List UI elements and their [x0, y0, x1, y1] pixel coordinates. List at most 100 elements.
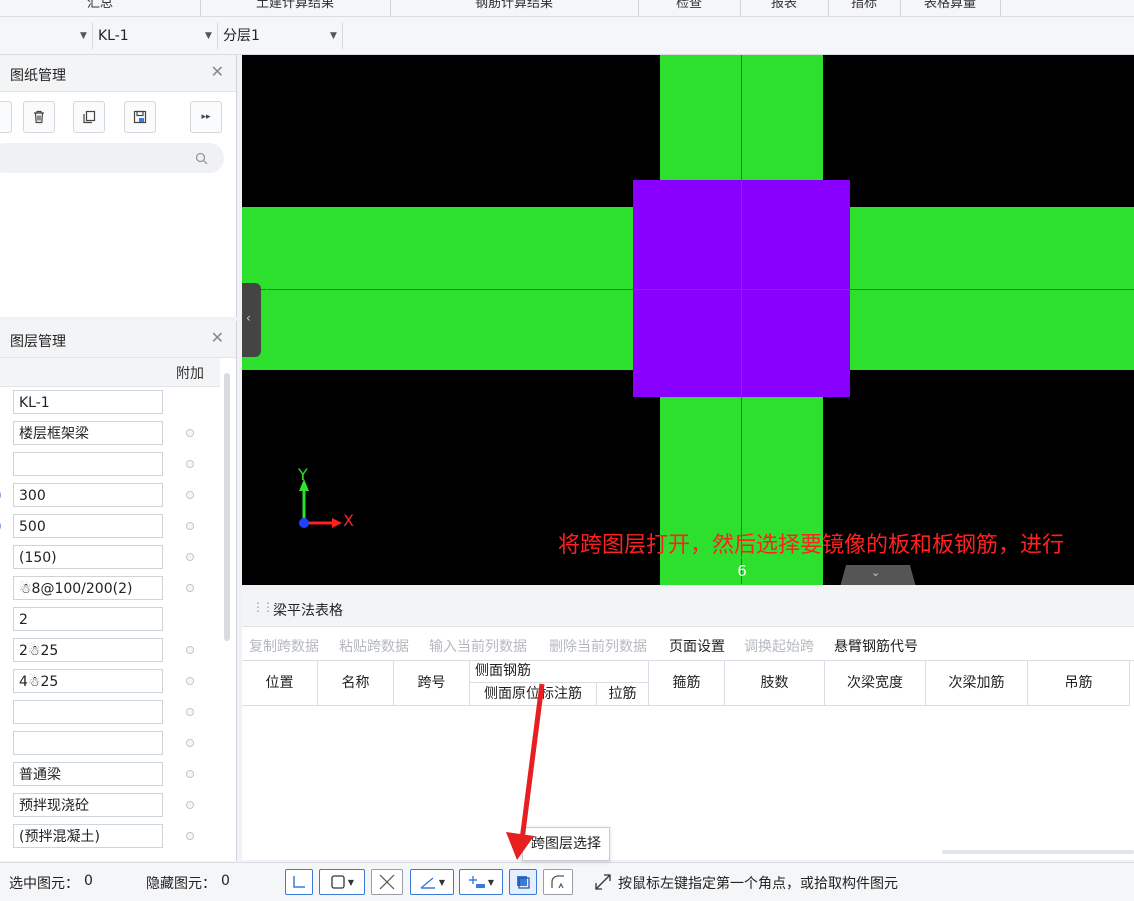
delete-column-data-button[interactable]: 删除当前列数据 [549, 636, 647, 656]
property-value-field[interactable]: 4☃25 [13, 669, 163, 693]
column-hanger: 吊筋 [1028, 661, 1130, 706]
cantilever-rebar-code-button[interactable]: 悬臂钢筋代号 [834, 636, 918, 656]
extra-checkbox[interactable] [186, 770, 194, 778]
angle-icon [420, 877, 435, 889]
property-row: 预拌现浇砼 [0, 790, 230, 821]
property-mark: ) [0, 488, 2, 502]
tab-index[interactable]: 指标 [828, 0, 901, 16]
copy-button[interactable] [73, 101, 105, 133]
column-span: 跨号 [394, 661, 470, 706]
tab-summary[interactable]: 汇总 [0, 0, 201, 16]
column-secondary-rebar: 次梁加筋 [926, 661, 1028, 706]
chevron-down-icon[interactable]: ▼ [205, 25, 212, 47]
column-stirrup: 箍筋 [649, 661, 725, 706]
collapse-panel-handle[interactable]: ‹ [242, 283, 261, 357]
property-row: 2☃25 [0, 635, 230, 666]
column-position: 位置 [242, 661, 318, 706]
input-column-data-button[interactable]: 输入当前列数据 [429, 636, 527, 656]
property-value-field[interactable]: 2☃25 [13, 638, 163, 662]
divider [342, 23, 343, 49]
property-value-field[interactable]: (150) [13, 545, 163, 569]
page-setup-button[interactable]: 页面设置 [669, 636, 725, 656]
chevron-left-icon: ‹ [246, 311, 251, 325]
extra-checkbox[interactable] [186, 832, 194, 840]
chevron-down-icon[interactable]: ▼ [330, 25, 337, 47]
hidden-label: 隐藏图元： [146, 876, 216, 892]
drawing-canvas[interactable]: 6 6 Y X 将跨图层打开，然后选择要镜像的板和板钢筋，进行 ⌄ [242, 55, 1134, 585]
property-row: 2 [0, 604, 230, 635]
property-value-field[interactable]: 普通梁 [13, 762, 163, 786]
property-value-field[interactable] [13, 731, 163, 755]
selected-label: 选中图元： [9, 876, 79, 892]
expand-arrows-icon [595, 874, 611, 890]
drag-handle-icon[interactable]: ⋮⋮ [252, 600, 274, 614]
property-value-field[interactable]: 楼层框架梁 [13, 421, 163, 445]
extra-checkbox[interactable] [186, 708, 194, 716]
property-row: KL-1 [0, 387, 230, 418]
layer-select[interactable]: 分层1 [223, 25, 260, 47]
property-value-field[interactable]: 2 [13, 607, 163, 631]
drawing-panel-title: 图纸管理 [10, 68, 66, 84]
swap-start-span-button[interactable]: 调换起始跨 [744, 636, 814, 656]
axis-y-label: Y [298, 465, 308, 484]
delete-button[interactable] [23, 101, 55, 133]
property-value-field[interactable]: KL-1 [13, 390, 163, 414]
tab-rebar-results[interactable]: 钢筋计算结果 [390, 0, 639, 16]
cross-button[interactable] [371, 869, 403, 895]
dynamic-input-icon [551, 875, 564, 889]
expand-table-handle[interactable]: ⌄ [840, 565, 916, 585]
tab-check[interactable]: 检查 [638, 0, 741, 16]
component-select[interactable]: KL-1 [98, 25, 129, 47]
axis-marker-bottom: 6 [727, 557, 757, 585]
property-value-field[interactable]: 预拌现浇砼 [13, 793, 163, 817]
copy-span-data-button[interactable]: 复制跨数据 [249, 636, 319, 656]
extra-checkbox[interactable] [186, 801, 194, 809]
extra-checkbox[interactable] [186, 584, 194, 592]
ortho-button[interactable] [285, 869, 313, 895]
extra-checkbox[interactable] [186, 553, 194, 561]
extra-checkbox[interactable] [186, 646, 194, 654]
dynamic-input-button[interactable] [543, 869, 573, 895]
extra-checkbox[interactable] [186, 460, 194, 468]
column-name: 名称 [318, 661, 394, 706]
more-button[interactable]: ▸▸ [190, 101, 222, 133]
paste-span-data-button[interactable]: 粘贴跨数据 [339, 636, 409, 656]
close-icon[interactable]: ✕ [211, 328, 224, 347]
extra-checkbox[interactable] [186, 491, 194, 499]
chevron-down-icon[interactable]: ▼ [80, 25, 87, 47]
angle-button[interactable]: ▼ [410, 869, 454, 895]
horizontal-scrollbar[interactable] [942, 850, 1134, 854]
property-value-field[interactable]: (预拌混凝土) [13, 824, 163, 848]
column-legs: 肢数 [725, 661, 825, 706]
search-icon [195, 152, 208, 165]
property-value-field[interactable]: 300 [13, 483, 163, 507]
extra-checkbox[interactable] [186, 739, 194, 747]
extra-checkbox[interactable] [186, 522, 194, 530]
property-mark: ) [0, 519, 2, 533]
drawing-panel: 图纸管理 ✕ ▸▸ [0, 55, 237, 317]
layer-select-icon [517, 876, 530, 889]
beam-table-column-header: 位置 名称 跨号 侧面钢筋 侧面原位标注筋 拉筋 箍筋 肢数 次梁宽度 次梁加筋… [242, 660, 1134, 706]
extra-checkbox[interactable] [186, 429, 194, 437]
property-row: ) 300 [0, 480, 230, 511]
drawing-search-input[interactable] [0, 143, 224, 173]
offset-button[interactable]: ▼ [459, 869, 503, 895]
property-value-field[interactable]: 500 [13, 514, 163, 538]
tab-civil-results[interactable]: 土建计算结果 [200, 0, 391, 16]
hidden-count: 0 [221, 873, 230, 889]
tab-table-quantity[interactable]: 表格算量 [900, 0, 1001, 16]
save-icon [133, 110, 147, 124]
cross-layer-select-button[interactable] [509, 869, 537, 895]
chevron-down-icon: ⌄ [871, 566, 881, 579]
offset-icon [468, 876, 485, 888]
import-button[interactable] [0, 101, 12, 133]
close-icon[interactable]: ✕ [211, 62, 224, 81]
save-drawing-button[interactable] [124, 101, 156, 133]
property-value-field[interactable] [13, 700, 163, 724]
tab-report[interactable]: 报表 [740, 0, 829, 16]
property-value-field[interactable]: ☃8@100/200(2) [13, 576, 163, 600]
property-value-field[interactable] [13, 452, 163, 476]
selector-bar: ▼ KL-1 ▼ 分层1 ▼ [0, 17, 1134, 55]
snap-button[interactable]: ▼ [319, 869, 365, 895]
extra-checkbox[interactable] [186, 677, 194, 685]
